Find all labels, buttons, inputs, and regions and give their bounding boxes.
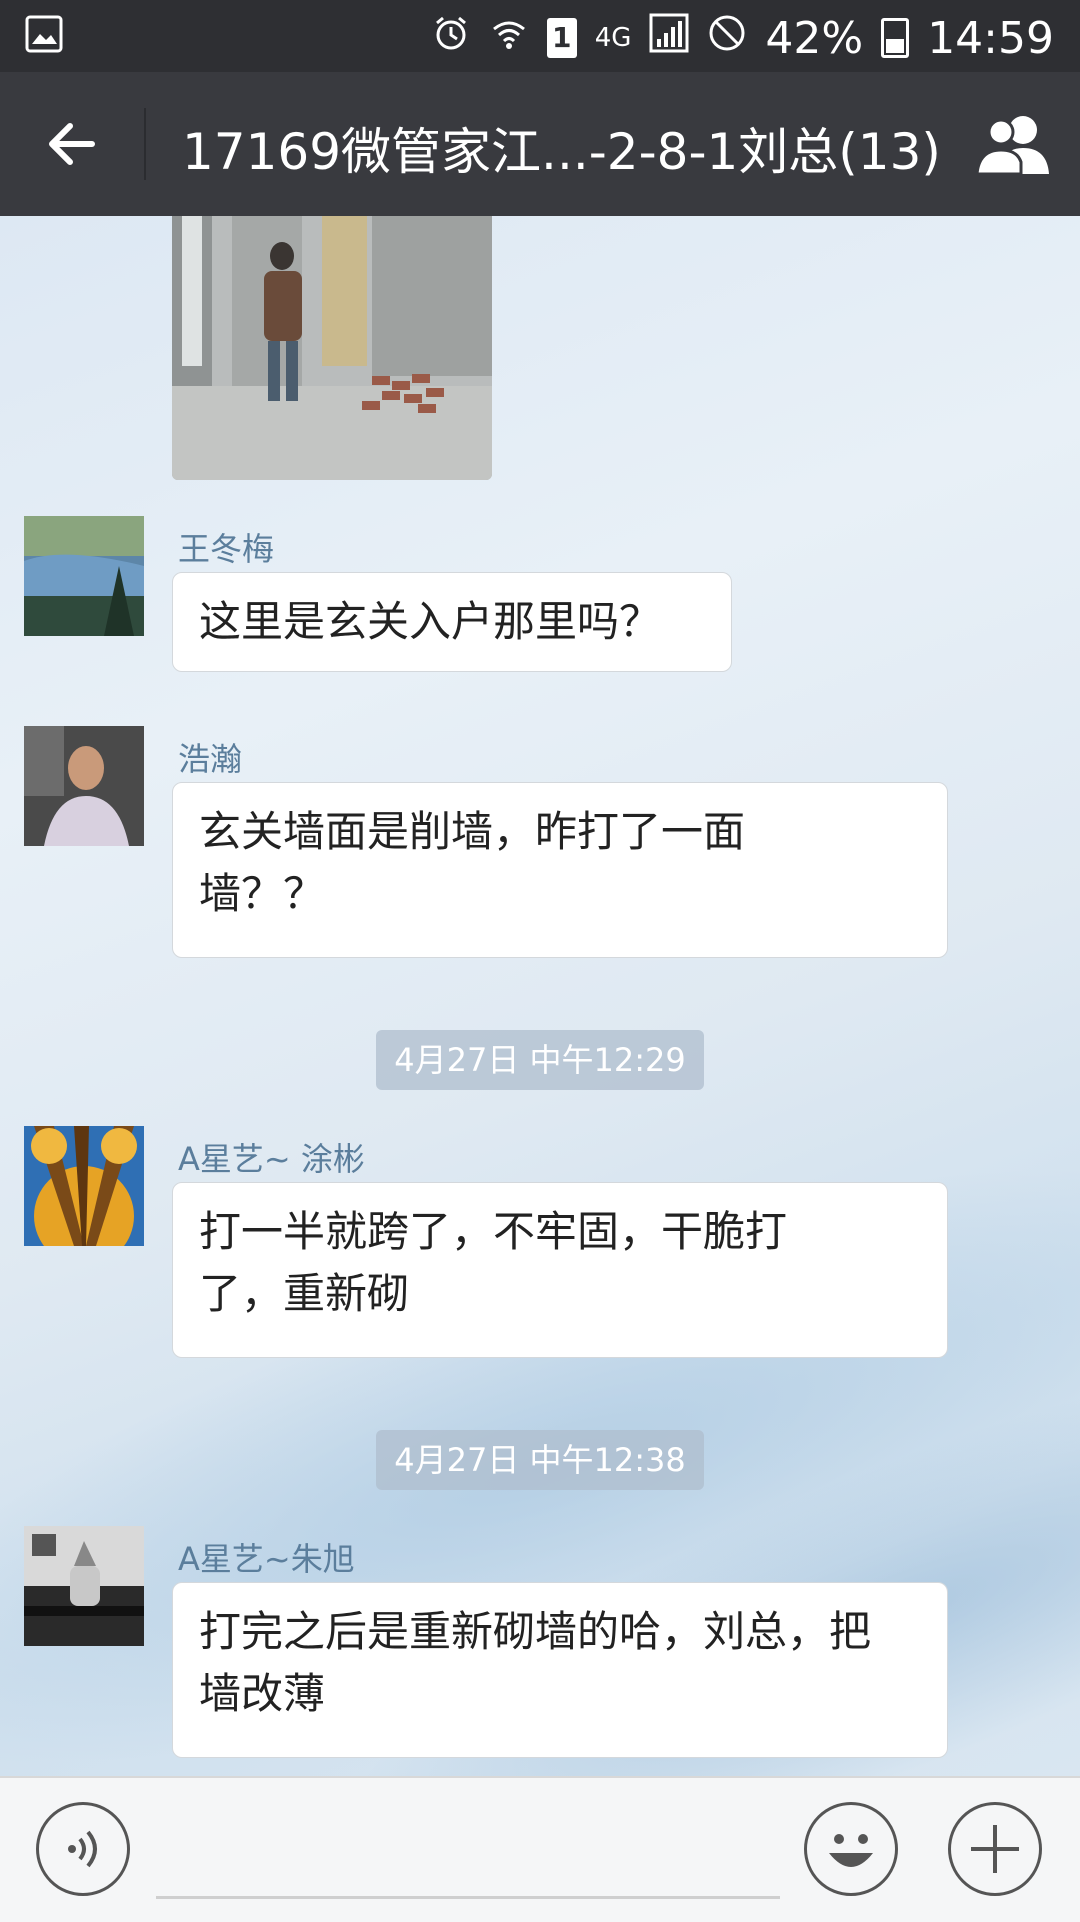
message-input[interactable]	[156, 1798, 784, 1896]
sender-name: 浩瀚	[178, 740, 243, 778]
avatar[interactable]	[24, 516, 144, 636]
back-arrow-icon	[49, 123, 95, 165]
chat-title: 17169微管家江...-2-8-1刘总(13)	[182, 123, 941, 181]
do-not-disturb-icon	[707, 13, 747, 64]
back-button[interactable]	[30, 108, 114, 180]
sender-name: 王冬梅	[178, 530, 275, 568]
input-underline	[156, 1896, 780, 1899]
plus-icon	[971, 1825, 1019, 1873]
photo-message[interactable]	[172, 216, 492, 480]
sender-name: A星艺~ 涂彬	[178, 1140, 365, 1178]
message-bubble[interactable]: 打完之后是重新砌墙的哈，刘总，把墙改薄	[172, 1582, 948, 1758]
avatar[interactable]	[24, 726, 144, 846]
chat-area[interactable]: 王冬梅 这里是玄关入户那里吗？ 浩瀚 玄关墙面是削墙，昨打了一面墙？？ 4月27…	[0, 216, 1080, 1776]
sender-name: A星艺~朱旭	[178, 1540, 355, 1578]
voice-icon	[68, 1830, 97, 1868]
gallery-notification-icon	[24, 14, 64, 58]
input-bar	[0, 1776, 1080, 1922]
network-type: 4G	[594, 23, 632, 53]
battery-icon	[881, 18, 910, 58]
group-icon	[975, 116, 1049, 176]
timestamp-divider: 4月27日 中午12:38	[376, 1430, 704, 1490]
signal-icon	[649, 13, 689, 64]
sim-slot-icon: 1	[546, 18, 577, 58]
title-bar: 17169微管家江...-2-8-1刘总(13)	[0, 72, 1080, 216]
avatar[interactable]	[24, 1526, 144, 1646]
battery-percent: 42%	[765, 12, 864, 64]
emoji-icon	[829, 1834, 873, 1867]
clock: 14:59	[927, 12, 1054, 64]
wifi-icon	[489, 13, 529, 64]
status-bar: 1 4G 42% 14:59	[0, 0, 1080, 72]
emoji-button[interactable]	[804, 1802, 898, 1896]
voice-button[interactable]	[36, 1802, 130, 1896]
avatar[interactable]	[24, 1126, 144, 1246]
alarm-icon	[431, 13, 471, 64]
timestamp-divider: 4月27日 中午12:29	[376, 1030, 704, 1090]
title-divider	[144, 108, 146, 180]
group-members-button[interactable]	[968, 108, 1058, 180]
message-bubble[interactable]: 打一半就跨了，不牢固，干脆打了，重新砌	[172, 1182, 948, 1358]
more-button[interactable]	[948, 1802, 1042, 1896]
message-bubble[interactable]: 这里是玄关入户那里吗？	[172, 572, 732, 672]
message-bubble[interactable]: 玄关墙面是削墙，昨打了一面墙？？	[172, 782, 948, 958]
